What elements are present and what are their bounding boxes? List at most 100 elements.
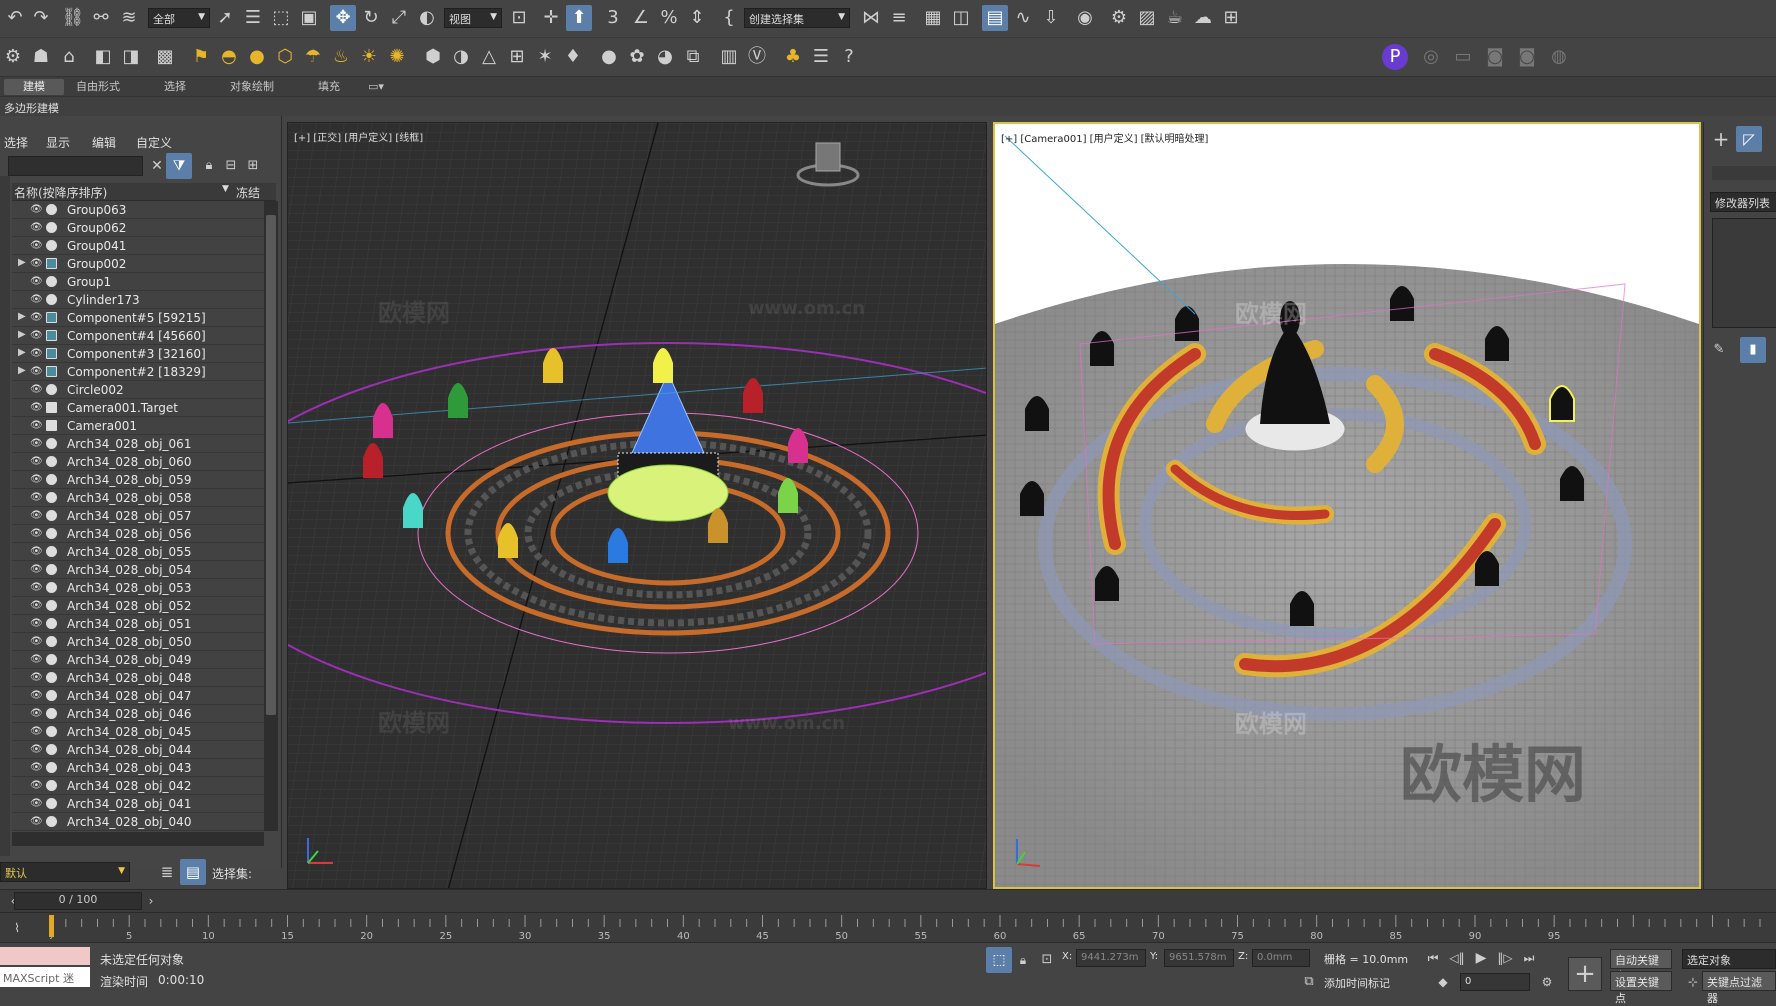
light-mesh-icon[interactable]: ⬡ xyxy=(272,44,298,70)
visibility-eye-icon[interactable]: 👁︎ xyxy=(30,258,43,269)
scene-explorer-mode-icon[interactable]: ▤ xyxy=(180,859,206,885)
visibility-eye-icon[interactable]: 👁︎ xyxy=(30,780,43,791)
plugin-icon-5[interactable]: ◨ xyxy=(118,44,144,70)
vray-logo-icon[interactable]: Ⓥ xyxy=(744,44,770,70)
expand-arrow-icon[interactable]: ▶ xyxy=(18,257,26,268)
instancer-icon[interactable]: ⊞ xyxy=(504,44,530,70)
list-item[interactable]: 👁︎ Circle002 xyxy=(12,381,264,399)
visibility-eye-icon[interactable]: 👁︎ xyxy=(30,618,43,629)
ribbon-options-icon[interactable]: ▭▾ xyxy=(362,79,390,95)
plugin-icon-6[interactable]: ▩ xyxy=(152,44,178,70)
list-item[interactable]: 👁︎ Arch34_028_obj_042 xyxy=(12,777,264,795)
ribbon-tab-modeling[interactable]: 建模 xyxy=(4,79,64,95)
ribbon-tab-freeform[interactable]: 自由形式 xyxy=(70,79,126,95)
auto-key-button[interactable]: 自动关键点 xyxy=(1610,949,1672,983)
list-item[interactable]: 👁︎ Arch34_028_obj_051 xyxy=(12,615,264,633)
visibility-eye-icon[interactable]: 👁︎ xyxy=(30,204,43,215)
edit-named-sets-icon[interactable]: { xyxy=(716,5,742,31)
list-item[interactable]: 👁︎ Arch34_028_obj_040 xyxy=(12,813,264,831)
ribbon-tab-object-paint[interactable]: 对象绘制 xyxy=(224,79,280,95)
visibility-eye-icon[interactable]: 👁︎ xyxy=(30,672,43,683)
list-item[interactable]: ▶ 👁︎ Component#3 [32160] xyxy=(12,345,264,363)
list-item[interactable]: 👁︎ Arch34_028_obj_048 xyxy=(12,669,264,687)
next-key-icon[interactable]: ‖▷ xyxy=(1492,945,1518,971)
list-item[interactable]: 👁︎ Arch34_028_obj_053 xyxy=(12,579,264,597)
list-item[interactable]: 👁︎ Group062 xyxy=(12,219,264,237)
forest-icon[interactable]: ♣ xyxy=(780,44,806,70)
list-item[interactable]: 👁︎ Arch34_028_obj_057 xyxy=(12,507,264,525)
visibility-eye-icon[interactable]: 👁︎ xyxy=(30,330,43,341)
select-manipulate-icon[interactable]: ✛ xyxy=(538,5,564,31)
left-viewport-label[interactable]: [+] [正交] [用户定义] [线框] xyxy=(294,129,423,144)
list-item[interactable]: ▶ 👁︎ Component#2 [18329] xyxy=(12,363,264,381)
menu-select[interactable]: 选择 xyxy=(4,134,28,151)
layer-dropdown[interactable]: 默认 ▼ xyxy=(0,862,130,882)
list-item[interactable]: 👁︎ Arch34_028_obj_052 xyxy=(12,597,264,615)
expand-arrow-icon[interactable]: ▶ xyxy=(18,365,26,376)
list-item[interactable]: 👁︎ Cylinder173 xyxy=(12,291,264,309)
create-tab-icon[interactable]: + xyxy=(1708,126,1734,152)
maxscript-mini[interactable]: MAXScript 迷 xyxy=(0,967,90,987)
y-coordinate-field[interactable]: 9651.578m xyxy=(1164,949,1234,967)
visibility-eye-icon[interactable]: 👁︎ xyxy=(30,816,43,827)
visibility-eye-icon[interactable]: 👁︎ xyxy=(30,528,43,539)
select-object-icon[interactable]: ➚ xyxy=(212,5,238,31)
visibility-eye-icon[interactable]: 👁︎ xyxy=(30,726,43,737)
expand-arrow-icon[interactable]: ▶ xyxy=(18,311,26,322)
visibility-eye-icon[interactable]: 👁︎ xyxy=(30,438,43,449)
modifier-stack[interactable] xyxy=(1712,218,1776,328)
list-vertical-scrollbar[interactable] xyxy=(264,201,278,831)
scene-search-input[interactable] xyxy=(8,156,143,176)
rendered-frame-window-icon[interactable]: ▨ xyxy=(1134,5,1160,31)
key-mode-icon[interactable]: ◆ xyxy=(1430,969,1456,995)
percent-snap-icon[interactable]: % xyxy=(656,5,682,31)
menu-edit[interactable]: 编辑 xyxy=(92,134,116,151)
mirror-icon[interactable]: ⋈ xyxy=(858,5,884,31)
keyboard-shortcut-override-icon[interactable]: ⬆ xyxy=(566,5,592,31)
pin-stack-icon[interactable]: ✎ xyxy=(1706,337,1732,363)
undo-icon[interactable]: ↶ xyxy=(2,5,28,31)
snaps-toggle-icon[interactable]: 3 xyxy=(600,5,626,31)
visibility-eye-icon[interactable]: 👁︎ xyxy=(30,636,43,647)
frame-indicator[interactable]: 0 / 100 xyxy=(14,892,142,910)
list-item[interactable]: 👁︎ Arch34_028_obj_061 xyxy=(12,435,264,453)
modify-tab-icon[interactable]: ◸ xyxy=(1736,126,1762,152)
list-item[interactable]: ▶ 👁︎ Component#5 [59215] xyxy=(12,309,264,327)
visibility-eye-icon[interactable]: 👁︎ xyxy=(30,798,43,809)
sort-arrow-icon[interactable]: ▼ xyxy=(222,184,229,194)
poly-modeling-label[interactable]: 多边形建模 xyxy=(4,100,59,116)
select-scale-icon[interactable]: ⤢ xyxy=(386,5,412,31)
script-list-icon[interactable]: ☰ xyxy=(808,44,834,70)
visibility-eye-icon[interactable]: 👁︎ xyxy=(30,312,43,323)
time-slider[interactable]: ‹ 0 / 100 › xyxy=(0,889,1776,912)
visibility-eye-icon[interactable]: 👁︎ xyxy=(30,744,43,755)
schematic-view-icon[interactable]: ⇩ xyxy=(1038,5,1064,31)
material-multi-icon[interactable]: ✿ xyxy=(624,44,650,70)
render-production-icon[interactable]: ☕ xyxy=(1162,5,1188,31)
maxscript-listener[interactable] xyxy=(0,947,90,965)
selected-object-dropdown[interactable]: 选定对象 xyxy=(1682,949,1776,969)
list-item[interactable]: 👁︎ Arch34_028_obj_046 xyxy=(12,705,264,723)
rect-selection-icon[interactable]: ⬚ xyxy=(268,5,294,31)
set-key-big-icon[interactable]: + xyxy=(1568,957,1602,991)
scene-explorer-toggle-icon[interactable]: ▦ xyxy=(920,5,946,31)
list-item[interactable]: 👁︎ Arch34_028_obj_055 xyxy=(12,543,264,561)
visibility-eye-icon[interactable]: 👁︎ xyxy=(30,240,43,251)
light-dome-icon[interactable]: ◓ xyxy=(216,44,242,70)
sphere-icon[interactable]: ◑ xyxy=(448,44,474,70)
bind-spacewarp-icon[interactable]: ≋ xyxy=(116,5,142,31)
vfb-icon[interactable]: ▥ xyxy=(716,44,742,70)
plugin-icon-3[interactable]: ⌂ xyxy=(56,44,82,70)
visibility-eye-icon[interactable]: 👁︎ xyxy=(30,546,43,557)
plugin-icon-4[interactable]: ◧ xyxy=(90,44,116,70)
menu-display[interactable]: 显示 xyxy=(46,134,70,151)
light-ies-icon[interactable]: ☂ xyxy=(300,44,326,70)
list-item[interactable]: 👁︎ Arch34_028_obj_056 xyxy=(12,525,264,543)
list-item[interactable]: 👁︎ Group063 xyxy=(12,201,264,219)
angle-snap-icon[interactable]: ∠ xyxy=(628,5,654,31)
spinner-snap-icon[interactable]: ⇕ xyxy=(684,5,710,31)
select-move-icon[interactable]: ✥ xyxy=(330,5,356,31)
redo-icon[interactable]: ↷ xyxy=(28,5,54,31)
current-frame-field[interactable]: 0 xyxy=(1460,973,1530,991)
proxy-icon[interactable]: ⬢ xyxy=(420,44,446,70)
